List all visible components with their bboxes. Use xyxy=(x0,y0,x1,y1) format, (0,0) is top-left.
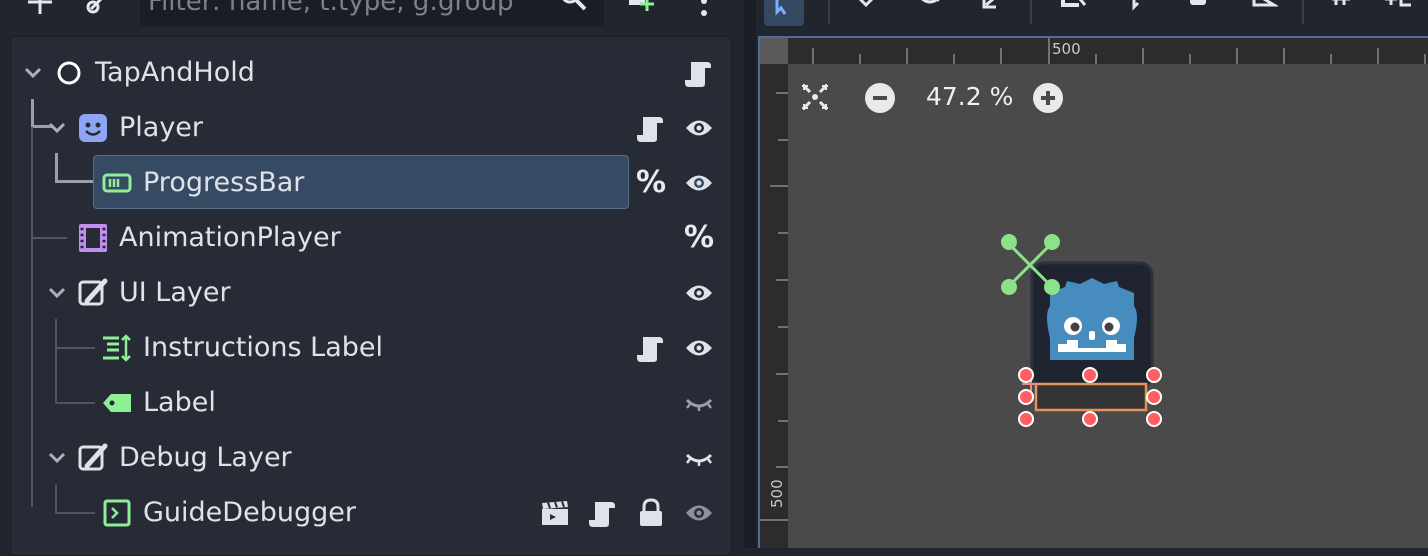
rotate-mode-icon[interactable] xyxy=(910,0,950,26)
canvas-layer-icon xyxy=(78,278,108,306)
pan-mode-icon[interactable] xyxy=(1244,0,1284,26)
hidden-eye-icon[interactable] xyxy=(683,442,715,474)
node-circle-icon xyxy=(57,61,81,85)
rich-text-label-icon xyxy=(103,334,131,362)
ruler-mode-icon[interactable] xyxy=(1052,0,1092,26)
visibility-eye-icon[interactable] xyxy=(683,332,715,364)
node-label: ProgressBar xyxy=(143,167,305,198)
clapperboard-icon[interactable] xyxy=(539,497,571,529)
script-icon[interactable] xyxy=(587,497,619,529)
tree-item-tapandhold[interactable]: TapAndHold xyxy=(11,45,731,100)
tree-item-debug-layer[interactable]: Debug Layer xyxy=(11,430,731,485)
filter-box xyxy=(140,0,604,26)
unique-name-icon[interactable]: % xyxy=(683,222,715,254)
canvas-layer-icon xyxy=(78,443,108,471)
tree-item-player[interactable]: Player xyxy=(11,100,731,155)
unique-name-icon[interactable]: % xyxy=(635,167,667,199)
node2d-face-icon xyxy=(79,114,107,142)
editor-canvas[interactable]: 500 500 47.2 % xyxy=(758,36,1428,548)
animation-player-icon xyxy=(79,224,107,252)
node-label: Label xyxy=(143,387,216,418)
visibility-eye-icon[interactable] xyxy=(683,112,715,144)
collapse-arrow-icon[interactable] xyxy=(47,283,67,303)
node-label: TapAndHold xyxy=(95,57,255,88)
grid-snap-icon[interactable] xyxy=(1378,0,1418,26)
pivot-mode-icon[interactable] xyxy=(1178,0,1218,26)
menu-dots-icon[interactable] xyxy=(686,0,722,20)
progressbar-icon xyxy=(102,173,132,193)
script-icon[interactable] xyxy=(635,112,667,144)
tree-item-progressbar[interactable]: ProgressBar % xyxy=(11,155,731,210)
node-label: AnimationPlayer xyxy=(119,222,341,253)
select-mode-icon[interactable] xyxy=(764,0,804,26)
script-icon[interactable] xyxy=(635,332,667,364)
scale-mode-icon[interactable] xyxy=(970,0,1010,26)
collapse-arrow-icon[interactable] xyxy=(47,118,67,138)
tree-item-ui-layer[interactable]: UI Layer xyxy=(11,265,731,320)
scene-canvas-drawing xyxy=(1001,234,1162,427)
scene-toolbar xyxy=(0,0,744,30)
label-tag-icon xyxy=(103,394,131,412)
snap-toggle-icon[interactable] xyxy=(1322,0,1362,26)
hidden-eye-icon[interactable] xyxy=(683,387,715,419)
scene-tree: TapAndHold Player ProgressBar % Animatio… xyxy=(10,36,732,556)
dock-splitter[interactable] xyxy=(744,0,756,548)
canvas-toolbar xyxy=(756,0,1428,34)
lock-icon[interactable] xyxy=(635,497,667,529)
node-label: Player xyxy=(119,112,204,143)
collapse-arrow-icon[interactable] xyxy=(47,448,67,468)
canvas-viewport: 500 500 47.2 % xyxy=(756,0,1428,548)
tree-item-label[interactable]: Label xyxy=(11,375,731,430)
list-select-icon[interactable] xyxy=(1120,0,1160,26)
collapse-arrow-icon[interactable] xyxy=(23,63,43,83)
node-label: Instructions Label xyxy=(143,332,383,363)
node-label: UI Layer xyxy=(119,277,231,308)
move-mode-icon[interactable] xyxy=(846,0,886,26)
visibility-eye-icon[interactable] xyxy=(683,167,715,199)
node-label: GuideDebugger xyxy=(143,497,356,528)
node-label: Debug Layer xyxy=(119,442,292,473)
tree-item-guidedebugger[interactable]: GuideDebugger xyxy=(11,485,731,540)
filter-input[interactable] xyxy=(148,0,548,18)
link-icon[interactable] xyxy=(80,0,116,20)
scene-dock: TapAndHold Player ProgressBar % xyxy=(0,0,744,556)
tree-item-animationplayer[interactable]: AnimationPlayer % xyxy=(11,210,731,265)
visibility-eye-icon[interactable] xyxy=(683,497,715,529)
control-node-icon xyxy=(103,499,131,527)
instance-scene-icon[interactable] xyxy=(622,0,658,20)
tree-item-instructions-label[interactable]: Instructions Label xyxy=(11,320,731,375)
add-node-icon[interactable] xyxy=(22,0,58,20)
script-icon[interactable] xyxy=(683,57,715,89)
search-icon[interactable] xyxy=(558,0,588,14)
visibility-eye-icon[interactable] xyxy=(683,277,715,309)
